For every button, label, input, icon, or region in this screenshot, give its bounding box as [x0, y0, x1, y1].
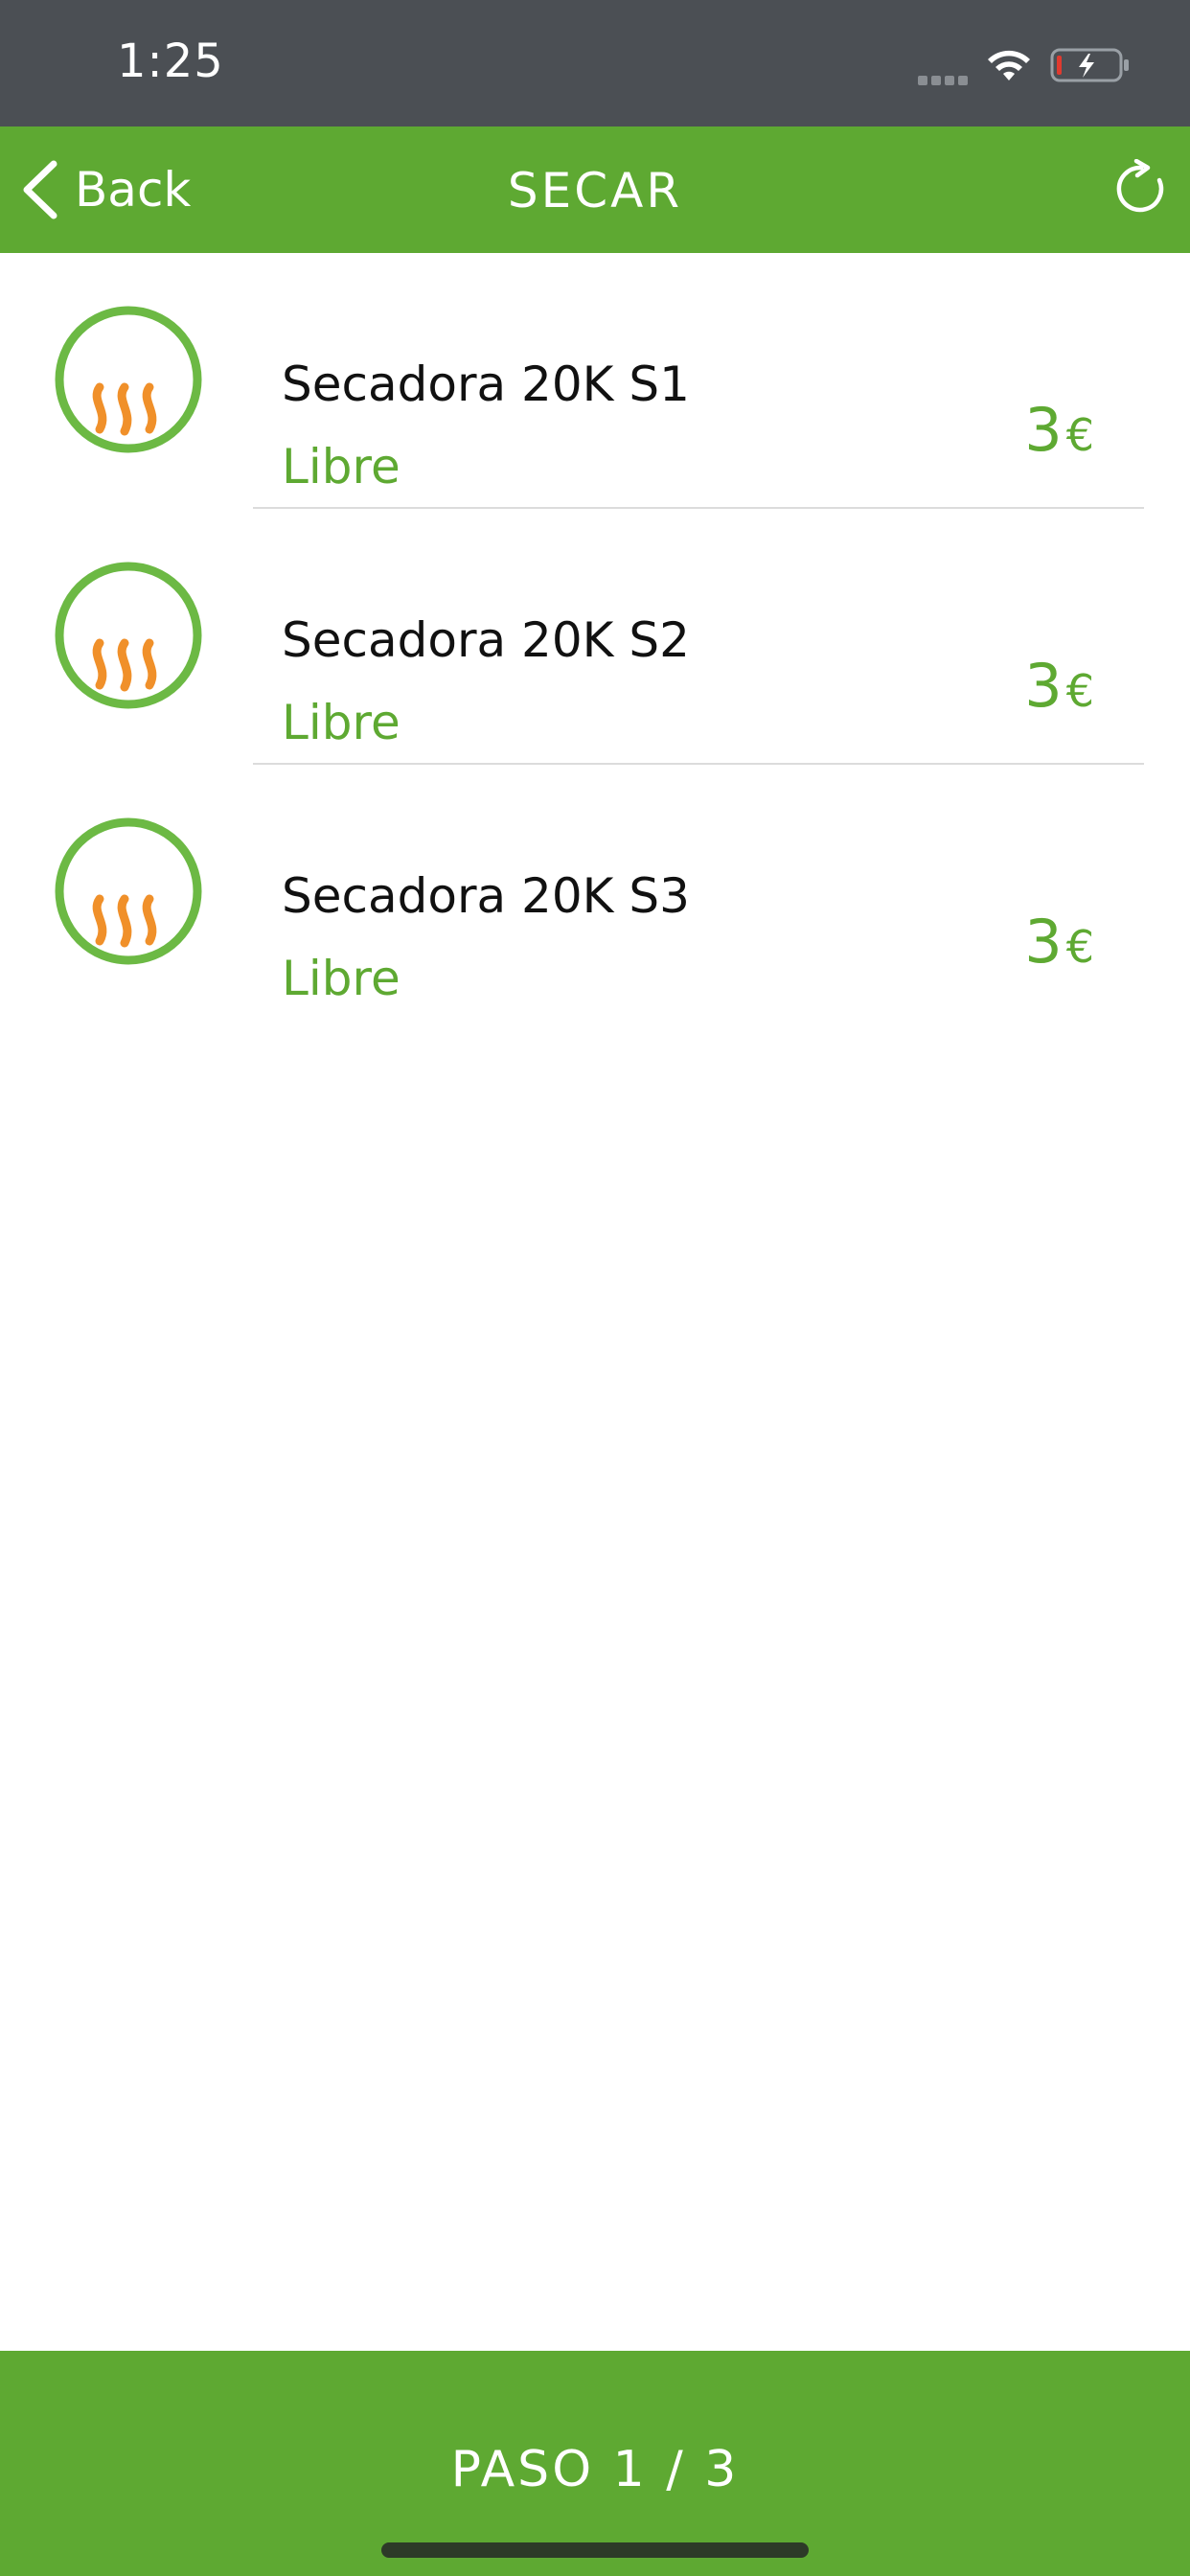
- price-value: 3: [1024, 651, 1063, 721]
- step-bar: PASO 1 / 3: [0, 2351, 1190, 2576]
- machine-price: 3€: [1024, 395, 1094, 465]
- price-value: 3: [1024, 907, 1063, 977]
- app-screen: 1:25 Back SECAR Secadora 20K S1 Libre 3€…: [0, 0, 1190, 2576]
- refresh-icon[interactable]: [1111, 159, 1171, 218]
- dryer-heat-icon: [55, 562, 202, 709]
- price-currency: €: [1065, 409, 1094, 461]
- status-time: 1:25: [117, 34, 224, 88]
- machine-status: Libre: [282, 695, 400, 750]
- machine-name: Secadora 20K S3: [282, 868, 690, 924]
- machine-name: Secadora 20K S1: [282, 356, 690, 412]
- nav-bar: Back SECAR: [0, 126, 1190, 253]
- list-item[interactable]: Secadora 20K S1 Libre 3€: [0, 253, 1190, 509]
- status-bar: 1:25: [0, 0, 1190, 126]
- back-label: Back: [75, 162, 192, 218]
- machine-name: Secadora 20K S2: [282, 612, 690, 668]
- home-indicator[interactable]: [381, 2542, 809, 2558]
- dryer-heat-icon: [55, 817, 202, 965]
- machine-status: Libre: [282, 951, 400, 1006]
- machine-status: Libre: [282, 439, 400, 494]
- machine-price: 3€: [1024, 651, 1094, 721]
- wifi-icon: [988, 50, 1030, 80]
- list-item[interactable]: Secadora 20K S2 Libre 3€: [0, 509, 1190, 765]
- machine-list: Secadora 20K S1 Libre 3€ Secadora 20K S2…: [0, 253, 1190, 1021]
- price-value: 3: [1024, 395, 1063, 465]
- chevron-left-icon: [23, 160, 57, 219]
- price-currency: €: [1065, 665, 1094, 717]
- dryer-heat-icon: [55, 306, 202, 453]
- signal-dots-icon: [918, 71, 972, 85]
- step-indicator: PASO 1 / 3: [450, 2441, 740, 2498]
- list-item[interactable]: Secadora 20K S3 Libre 3€: [0, 765, 1190, 1021]
- back-button[interactable]: Back: [19, 155, 191, 224]
- machine-price: 3€: [1024, 907, 1094, 977]
- battery-charging-icon: [1050, 48, 1129, 82]
- price-currency: €: [1065, 921, 1094, 973]
